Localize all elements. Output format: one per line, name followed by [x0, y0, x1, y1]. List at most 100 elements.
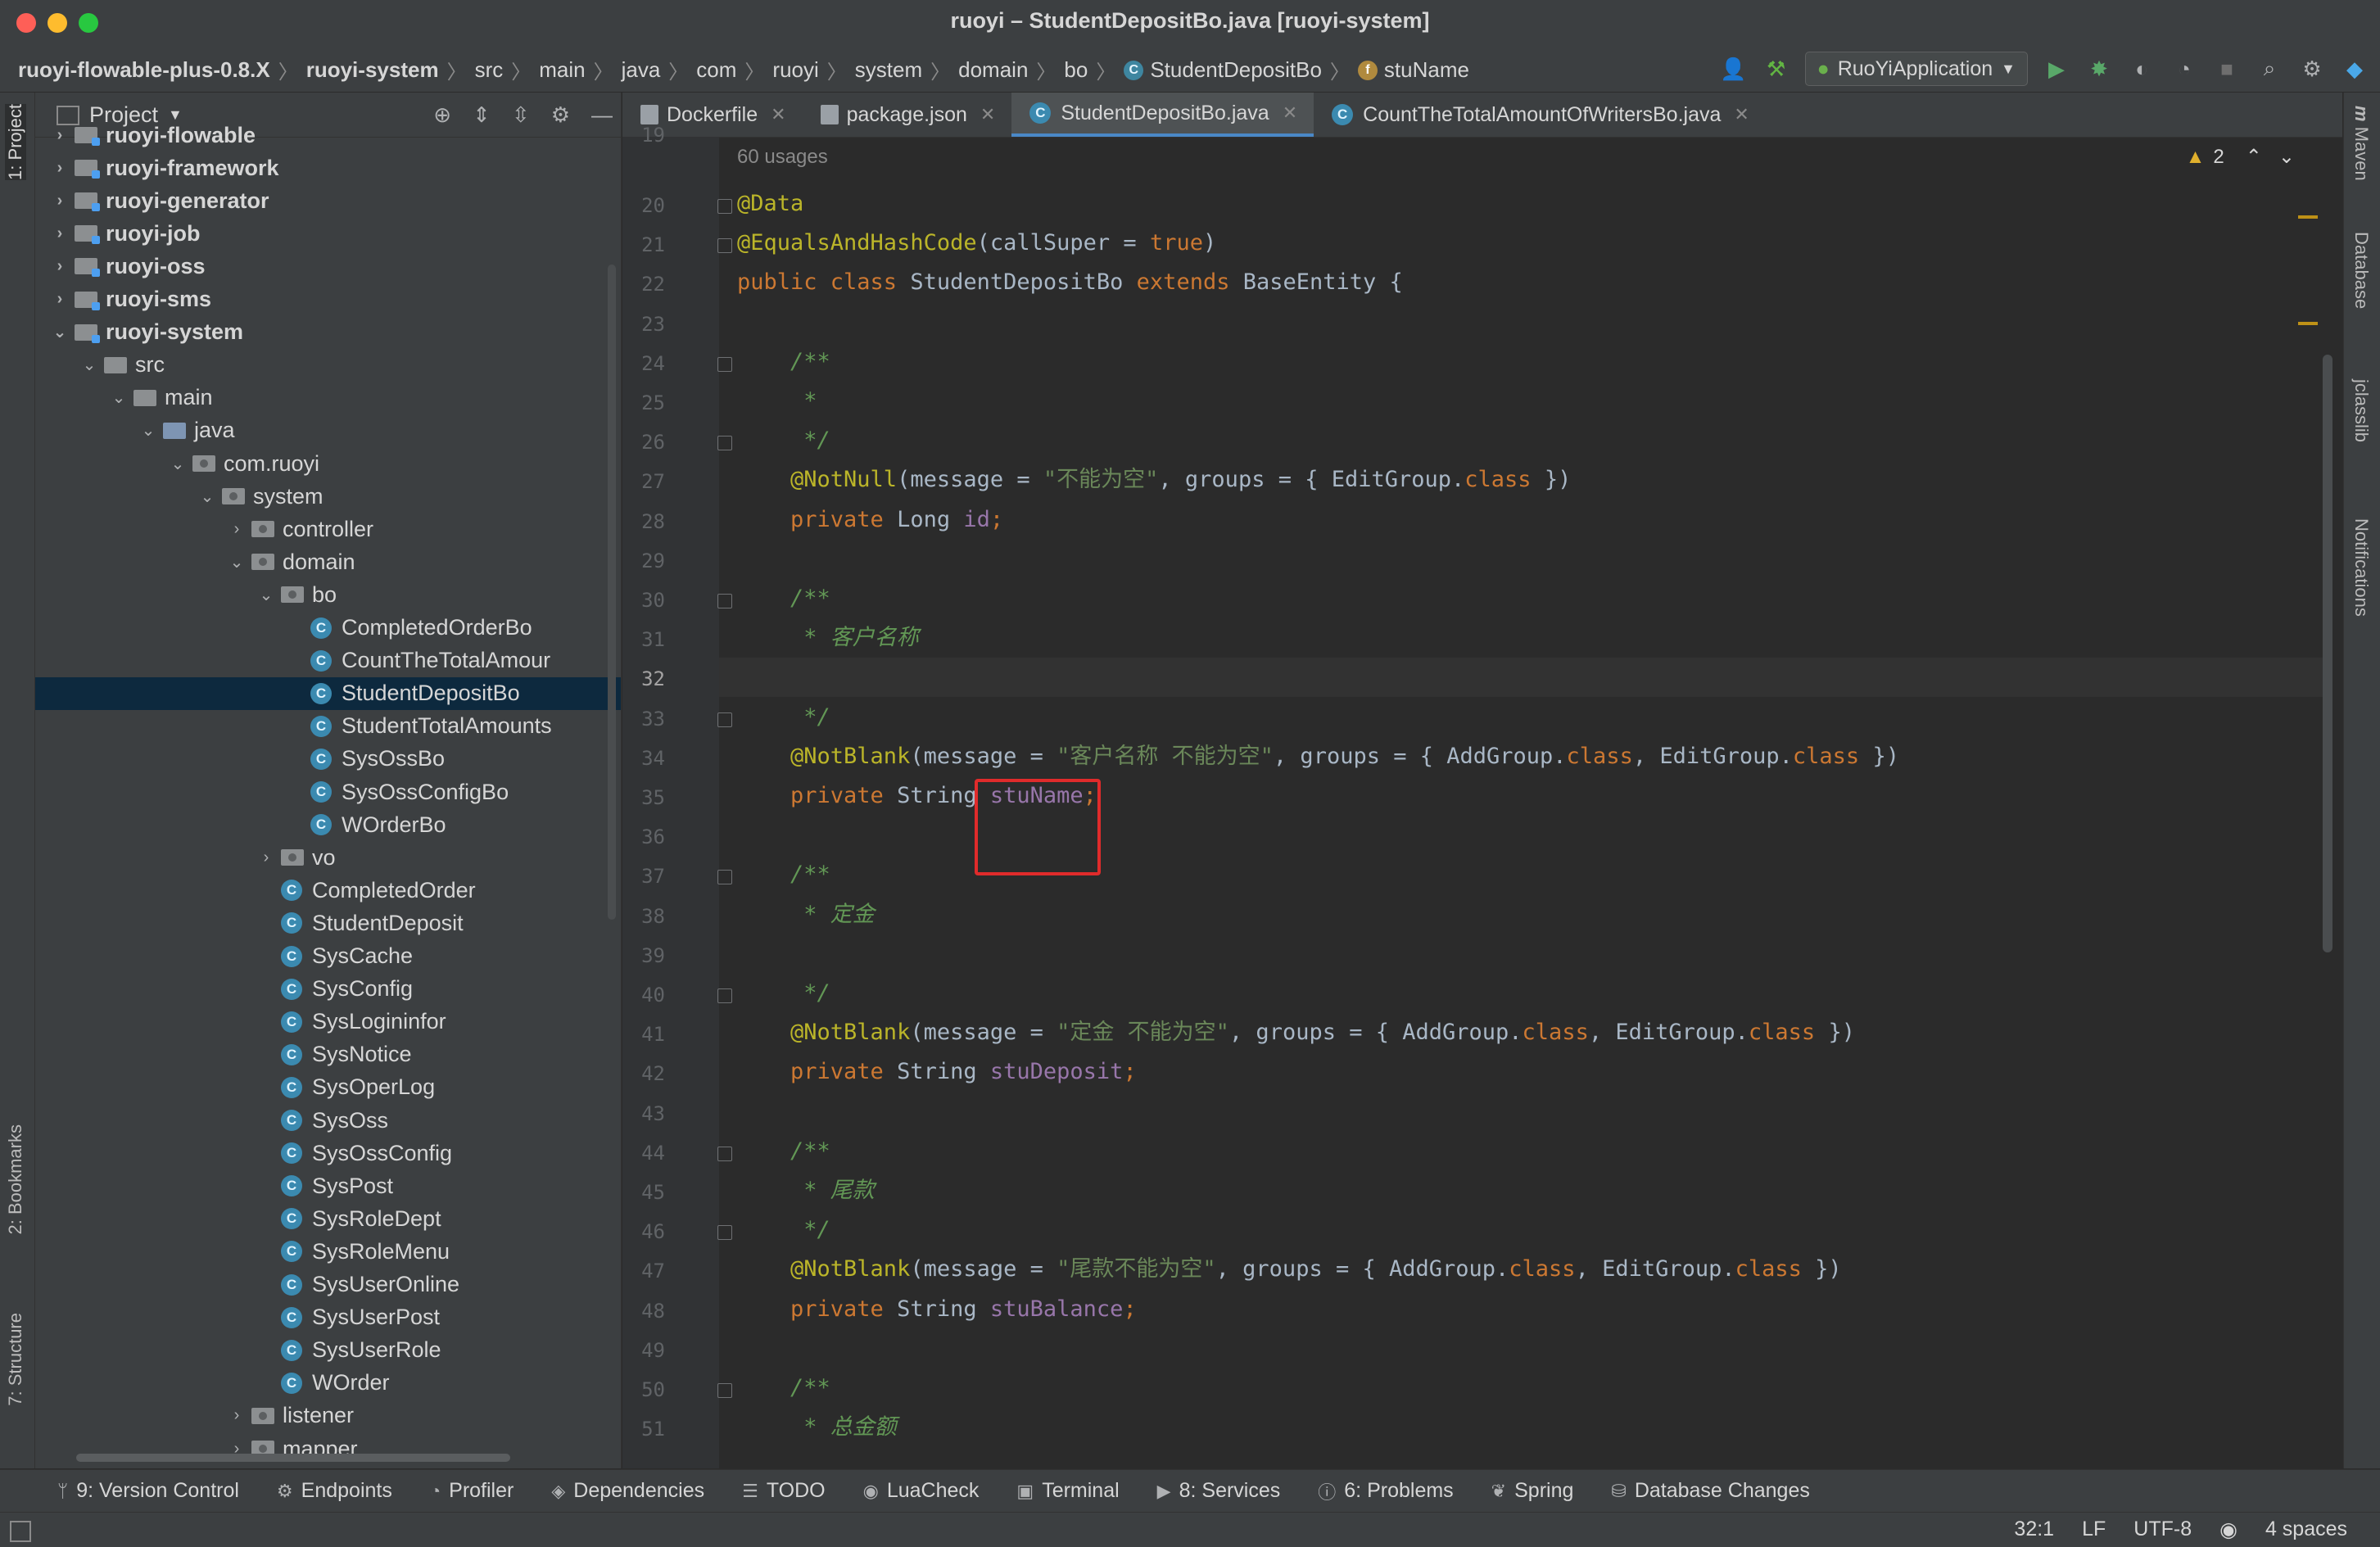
code-line[interactable]: /** [737, 855, 830, 894]
toggle-tool-windows-icon[interactable] [10, 1521, 31, 1542]
readonly-eye-icon[interactable]: ◉ [2219, 1518, 2237, 1542]
breadcrumb-item[interactable]: system [855, 57, 922, 83]
tool-window-button[interactable]: ▶ 8: Services [1157, 1479, 1281, 1503]
code-line[interactable]: * 客户名称 [737, 618, 919, 658]
tree-item-class[interactable]: C CompletedOrder [35, 874, 621, 907]
tree-item-class[interactable]: C SysConfig [35, 973, 621, 1006]
chevron-right-icon[interactable]: › [256, 848, 276, 867]
tree-item-class[interactable]: C CountTheTotalAmour [35, 645, 621, 677]
code-line[interactable]: /** [737, 1132, 830, 1171]
tree-item-class[interactable]: C SysOssBo [35, 743, 621, 776]
tree-item-folder[interactable]: ⌄ ruoyi-system [35, 316, 615, 349]
chevron-down-icon[interactable]: ⌄ [197, 486, 217, 507]
close-tab-icon[interactable]: ✕ [980, 104, 995, 125]
code-line[interactable]: @EqualsAndHashCode(callSuper = true) [737, 224, 1216, 263]
tree-item-folder[interactable]: › ruoyi-sms [35, 283, 615, 316]
code-line[interactable]: @NotNull(message = "不能为空", groups = { Ed… [737, 460, 1571, 500]
code-line[interactable]: @NotBlank(message = "尾款不能为空", groups = {… [737, 1250, 1842, 1289]
code-line[interactable]: /** [737, 342, 830, 382]
breadcrumb-item[interactable]: main [539, 57, 585, 83]
fold-marker-icon[interactable] [717, 988, 732, 1003]
inspection-widget[interactable]: ▲ 2 ⌃ ⌄ [2186, 145, 2295, 169]
code-line[interactable]: * 定金 [737, 895, 875, 934]
tree-item-folder[interactable]: › controller [35, 513, 621, 545]
breadcrumb-item[interactable]: ruoyi-system [306, 57, 439, 83]
code-line[interactable]: */ [737, 1210, 830, 1250]
code-line[interactable]: @NotBlank(message = "客户名称 不能为空", groups … [737, 737, 1899, 776]
chevron-up-icon[interactable]: ⌃ [2246, 145, 2262, 169]
project-vertical-scrollbar[interactable] [608, 265, 616, 920]
code-line[interactable]: /** [737, 579, 830, 618]
tree-item-class[interactable]: C StudentTotalAmounts [35, 710, 621, 743]
breadcrumb-item[interactable]: src [475, 57, 504, 83]
error-stripe-mark[interactable] [2298, 215, 2318, 219]
chevron-down-icon[interactable]: ⌄ [2278, 145, 2295, 169]
editor-tab[interactable]: C CountTheTotalAmountOfWritersBo.java ✕ [1314, 93, 1766, 137]
run-icon[interactable]: ▶ [2043, 55, 2070, 83]
tree-item-class[interactable]: C SysUserRole [35, 1334, 621, 1367]
tree-item-folder[interactable]: ⌄ main [35, 382, 621, 414]
code-line[interactable]: @NotBlank(message = "定金 不能为空", groups = … [737, 1013, 1855, 1052]
tree-item-class[interactable]: C SysPost [35, 1169, 621, 1202]
structure-tool-tab[interactable]: 7: Structure [5, 1313, 26, 1406]
tree-item-folder[interactable]: › listener [35, 1400, 621, 1432]
tree-item-folder[interactable]: ⌄ java [35, 414, 621, 447]
project-horizontal-scrollbar[interactable] [76, 1454, 510, 1462]
tree-item-folder[interactable]: ⌄ bo [35, 578, 621, 611]
code-line[interactable]: /** [737, 1368, 830, 1408]
tree-item-class[interactable]: C SysOssConfig [35, 1137, 621, 1169]
breadcrumb-item[interactable]: java [622, 57, 661, 83]
maven-tool-tab[interactable]: m Maven [2351, 106, 2372, 181]
chevron-right-icon[interactable]: › [50, 159, 70, 178]
tree-item-folder[interactable]: ⌄ domain [35, 545, 621, 578]
account-icon[interactable]: 👤 [1720, 55, 1748, 83]
database-tool-tab[interactable]: Database [2351, 232, 2372, 309]
chevron-right-icon[interactable]: › [227, 1406, 247, 1425]
coverage-icon[interactable]: ◐ [2128, 55, 2156, 83]
jclasslib-tool-tab[interactable]: jclasslib [2351, 379, 2372, 442]
usages-hint[interactable]: 60 usages [737, 146, 828, 169]
tool-window-button[interactable]: ◔ Profiler [430, 1479, 514, 1503]
code-line[interactable]: * 尾款 [737, 1171, 875, 1210]
run-config-select[interactable]: ● RuoYiApplication ▼ [1804, 52, 2028, 86]
tree-item-class[interactable]: C WOrder [35, 1367, 621, 1400]
plugin-icon[interactable]: ◆ [2341, 55, 2369, 83]
notifications-tool-tab[interactable]: Notifications [2351, 518, 2372, 617]
fold-marker-icon[interactable] [717, 1383, 732, 1398]
chevron-right-icon[interactable]: › [227, 520, 247, 539]
code-line[interactable]: * [737, 382, 817, 421]
code-line[interactable]: * 总金额 [737, 1408, 897, 1447]
tree-item-folder[interactable]: ⌄ src [35, 349, 621, 382]
tree-item-class[interactable]: C SysOss [35, 1104, 621, 1137]
breadcrumb-item[interactable]: C StudentDepositBo [1124, 57, 1322, 83]
tree-item-class[interactable]: C CompletedOrderBo [35, 612, 621, 645]
tree-item-class[interactable]: C StudentDeposit [35, 907, 621, 939]
chevron-right-icon[interactable]: › [50, 290, 70, 309]
code-line[interactable]: private Long id; [737, 500, 1003, 540]
tree-item-class[interactable]: C SysUserOnline [35, 1269, 621, 1301]
breadcrumb-item[interactable]: com [696, 57, 736, 83]
tool-window-button[interactable]: ⚙ Endpoints [277, 1479, 392, 1503]
tree-item-class[interactable]: C SysOperLog [35, 1071, 621, 1104]
breadcrumb-item[interactable]: domain [958, 57, 1028, 83]
breadcrumb-item[interactable]: ruoyi [772, 57, 818, 83]
error-stripe-mark[interactable] [2298, 322, 2318, 325]
tool-window-button[interactable]: ◉ LuaCheck [863, 1479, 980, 1503]
fold-marker-icon[interactable] [717, 712, 732, 727]
chevron-right-icon[interactable]: › [50, 224, 70, 243]
tool-window-button[interactable]: ❦ Spring [1491, 1479, 1574, 1503]
code-line[interactable]: */ [737, 974, 830, 1013]
tool-window-button[interactable]: ☰ TODO [742, 1479, 826, 1503]
tree-item-folder[interactable]: › vo [35, 841, 621, 874]
file-encoding[interactable]: UTF-8 [2133, 1518, 2192, 1542]
chevron-down-icon[interactable]: ⌄ [79, 355, 99, 375]
fold-marker-icon[interactable] [717, 356, 732, 372]
code-line[interactable]: public class StudentDepositBo extends Ba… [737, 263, 1403, 302]
tree-item-class[interactable]: C SysOssConfigBo [35, 776, 621, 808]
breadcrumb-item[interactable]: ruoyi-flowable-plus-0.8.X [18, 57, 270, 83]
project-tool-tab[interactable]: 1: Project [5, 104, 26, 180]
tree-item-class[interactable]: C SysRoleDept [35, 1202, 621, 1235]
tree-item-folder[interactable]: › ruoyi-flowable [35, 119, 615, 152]
tree-item-folder[interactable]: ⌄ com.ruoyi [35, 447, 621, 480]
breadcrumb-item[interactable]: f stuName [1357, 57, 1469, 83]
